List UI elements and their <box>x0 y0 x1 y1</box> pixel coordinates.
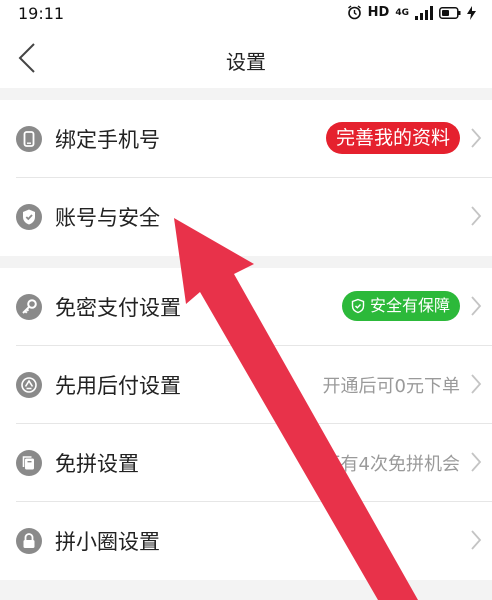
hd-indicator: HD <box>367 5 390 20</box>
shield-check-icon <box>16 204 42 230</box>
status-time: 19:11 <box>18 4 65 23</box>
settings-row-password-free-pay[interactable]: 免密支付设置 安全有保障 <box>0 268 492 346</box>
chevron-right-icon <box>471 296 482 316</box>
key-icon <box>16 294 42 320</box>
status-bar: 19:11 HD 4G <box>0 0 492 30</box>
settings-row-phone[interactable]: 绑定手机号 完善我的资料 <box>0 100 492 178</box>
settings-row-label: 拼小圈设置 <box>55 530 160 554</box>
battery-icon <box>439 6 461 19</box>
shield-check-icon <box>351 298 365 314</box>
charging-icon <box>467 5 476 20</box>
nav-bar: 设置 <box>0 30 492 88</box>
chevron-right-icon <box>471 206 482 226</box>
chevron-right-icon <box>471 452 482 472</box>
chevron-right-icon <box>471 530 482 550</box>
chevron-right-icon <box>471 374 482 394</box>
settings-row-label: 先用后付设置 <box>55 374 181 398</box>
settings-row-value: 开通后可0元下单 <box>322 376 460 397</box>
phone-icon <box>16 126 42 152</box>
pages-icon <box>16 450 42 476</box>
section-separator <box>0 580 492 600</box>
lock-icon <box>16 528 42 554</box>
section-separator <box>0 88 492 100</box>
signal-icon <box>415 5 433 20</box>
section-separator <box>0 256 492 268</box>
settings-row-label: 账号与安全 <box>55 206 160 230</box>
settings-row-value: 还有4次免拼机会 <box>322 454 460 475</box>
chevron-right-icon <box>471 128 482 148</box>
page-title: 设置 <box>226 50 266 74</box>
alarm-icon <box>347 5 361 20</box>
status-icons: HD 4G <box>347 5 476 20</box>
settings-row-account-security[interactable]: 账号与安全 <box>0 178 492 256</box>
network-type: 4G <box>395 7 409 18</box>
settings-row-label: 绑定手机号 <box>55 128 160 152</box>
settings-row-pay-later[interactable]: 先用后付设置 开通后可0元下单 <box>0 346 492 424</box>
complete-profile-badge[interactable]: 完善我的资料 <box>325 122 460 154</box>
security-guarantee-badge: 安全有保障 <box>341 291 460 321</box>
settings-row-label: 免拼设置 <box>55 452 139 476</box>
pay-later-icon <box>16 372 42 398</box>
settings-row-label: 免密支付设置 <box>55 296 181 320</box>
settings-row-free-group[interactable]: 免拼设置 还有4次免拼机会 <box>0 424 492 502</box>
security-guarantee-text: 安全有保障 <box>369 296 450 315</box>
settings-row-circle[interactable]: 拼小圈设置 <box>0 502 492 580</box>
